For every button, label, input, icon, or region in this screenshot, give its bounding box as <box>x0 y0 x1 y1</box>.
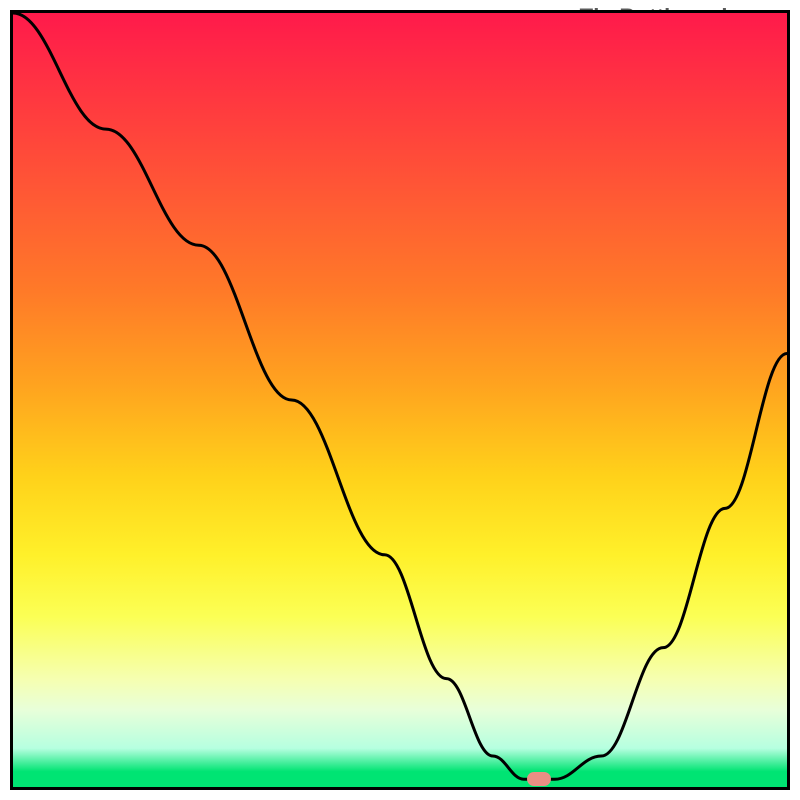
chart-frame: TheBottleneck.com <box>10 10 790 790</box>
optimal-point-marker <box>527 772 551 786</box>
plot-area <box>10 10 790 790</box>
bottleneck-curve <box>13 13 787 787</box>
